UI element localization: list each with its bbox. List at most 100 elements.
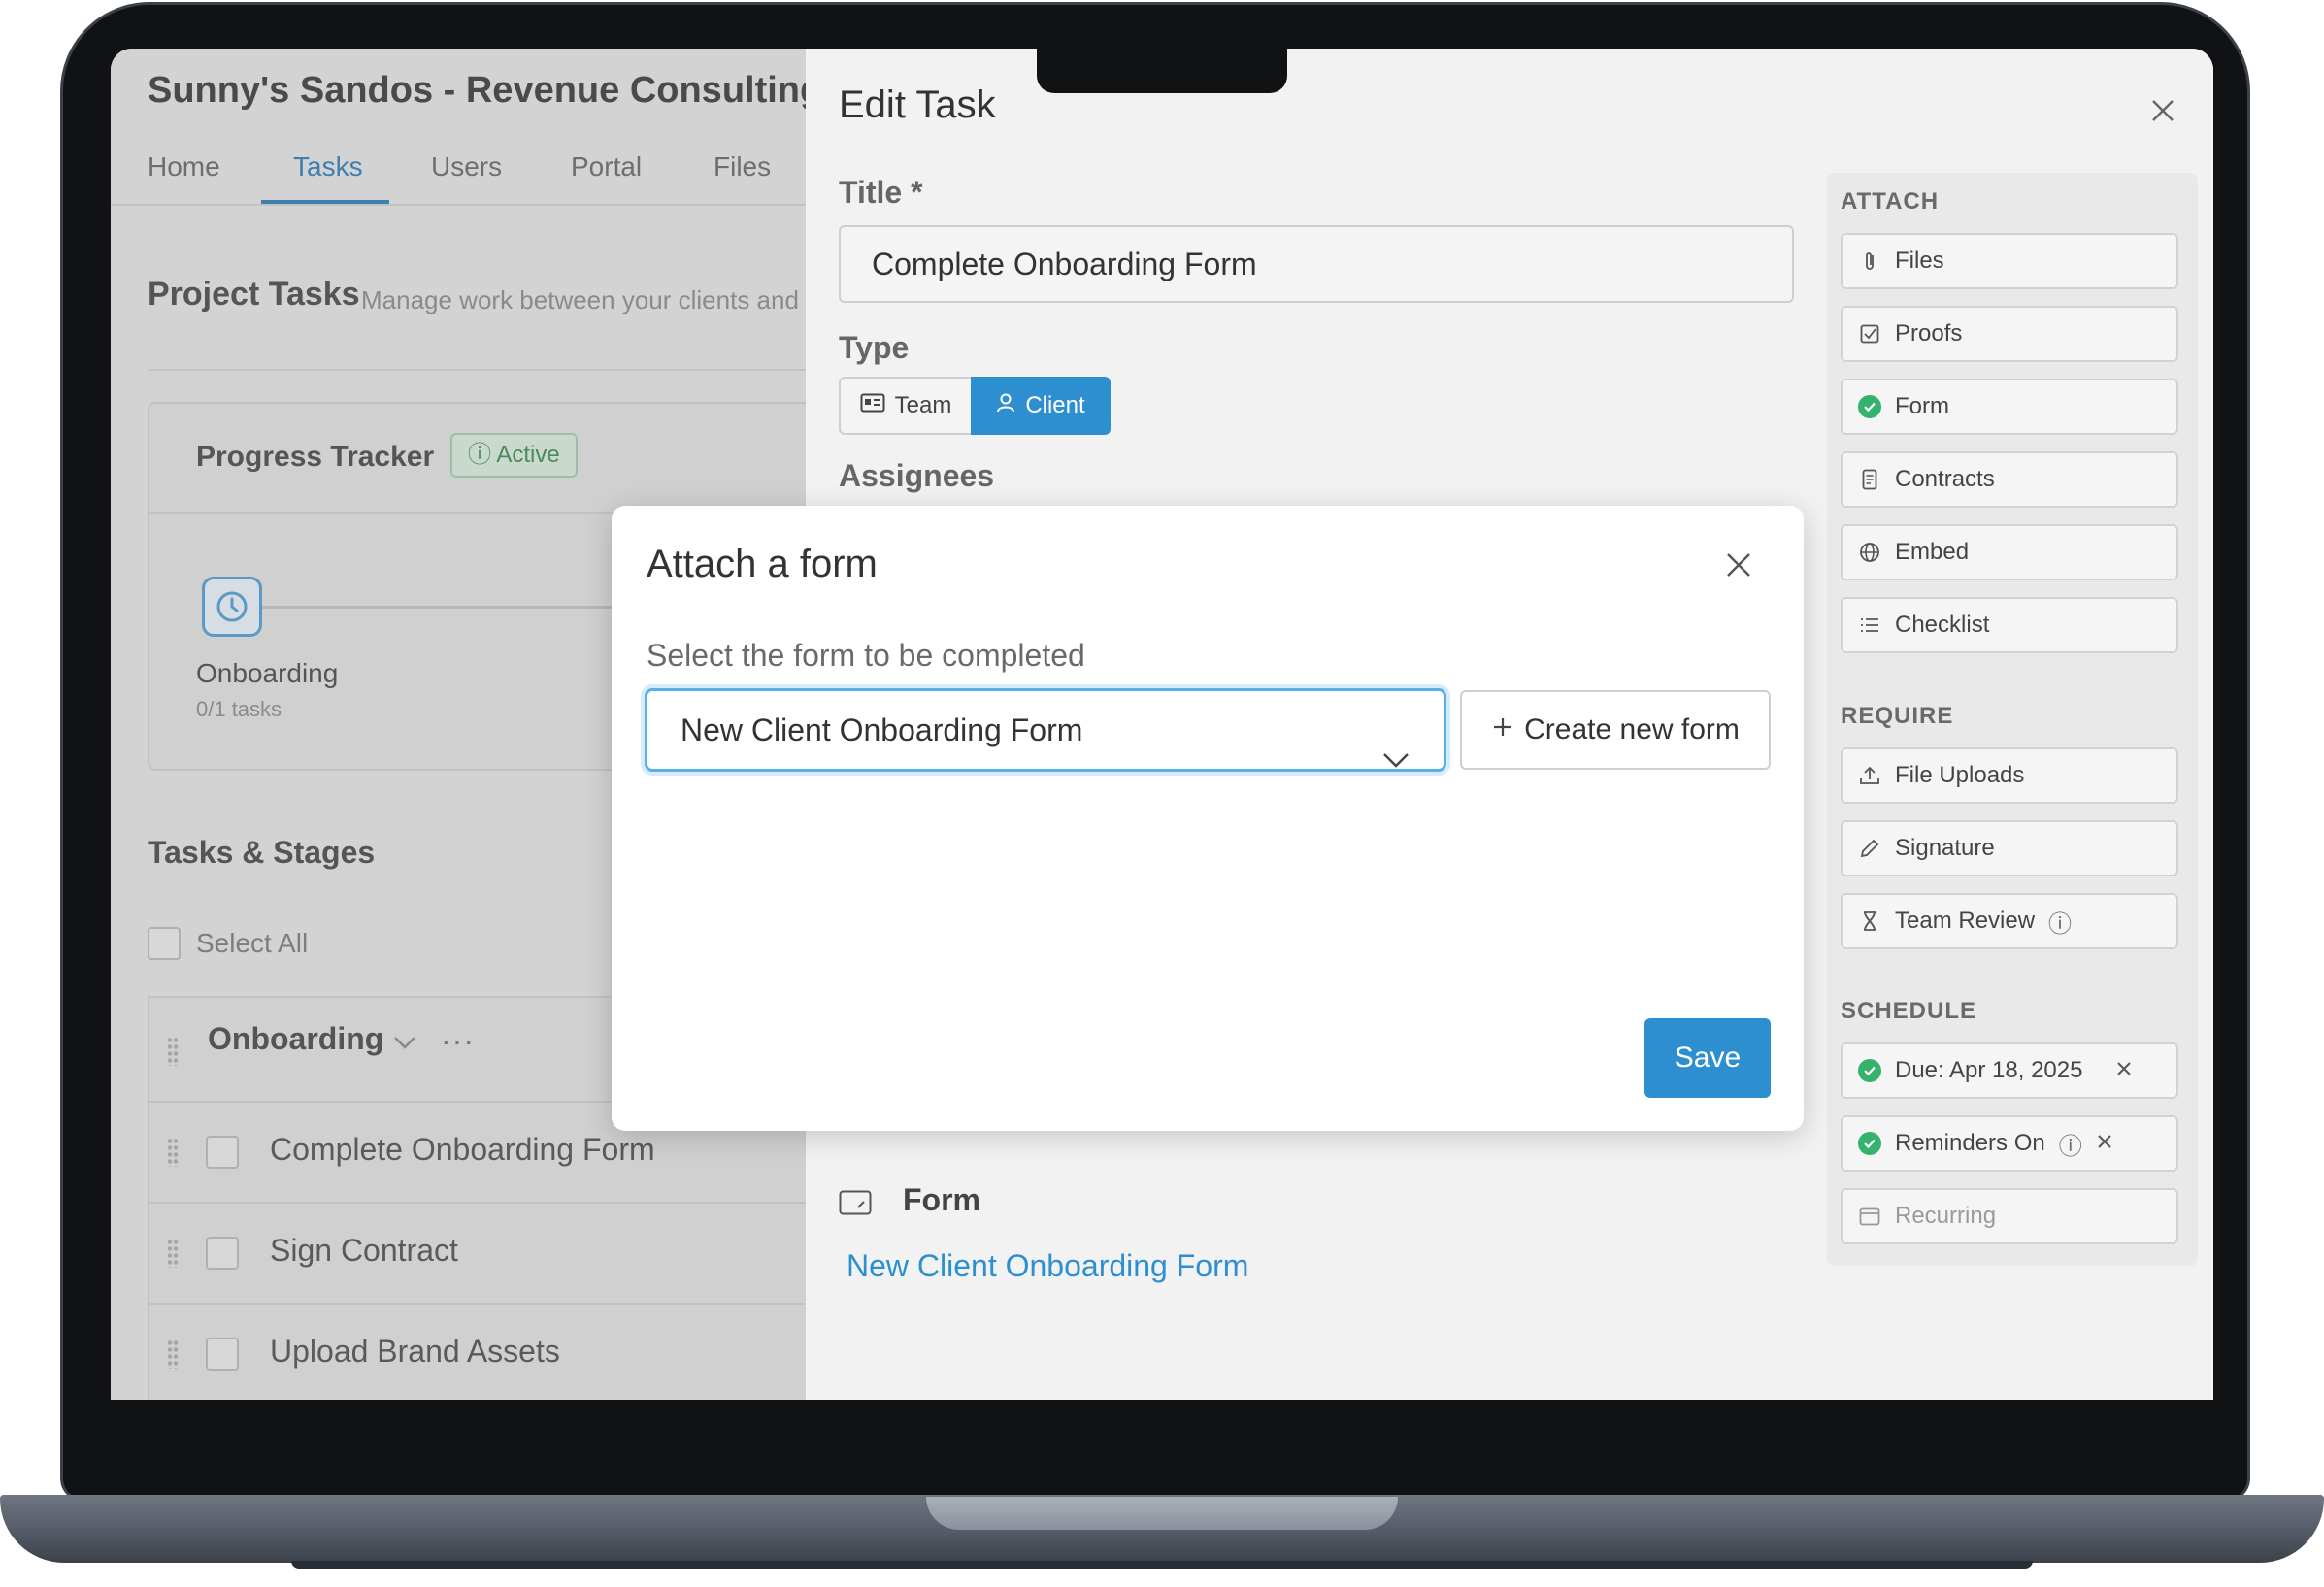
attach-proofs-button[interactable]: Proofs <box>1841 306 2178 362</box>
attach-files-label: Files <box>1895 248 1944 274</box>
require-team-review-label: Team Review <box>1895 908 2036 934</box>
create-new-form-label: Create new form <box>1524 713 1740 745</box>
task-row[interactable]: Upload Brand Assets <box>148 1303 827 1400</box>
status-badge-label: Active <box>496 442 560 468</box>
nav-home[interactable]: Home <box>148 151 220 182</box>
due-date-button[interactable]: Due: Apr 18, 2025 <box>1841 1042 2178 1099</box>
form-select-label: Select the form to be completed <box>647 638 1085 673</box>
upload-icon <box>1858 764 1881 787</box>
title-label: Title * <box>839 175 923 210</box>
drag-handle-icon[interactable] <box>167 1339 179 1369</box>
attach-embed-button[interactable]: Embed <box>1841 524 2178 580</box>
id-card-icon <box>860 392 885 419</box>
globe-icon <box>1858 541 1881 564</box>
nav-tasks[interactable]: Tasks <box>293 151 363 182</box>
more-options-icon[interactable]: ··· <box>441 1023 475 1059</box>
camera-notch <box>1037 49 1287 93</box>
type-label: Type <box>839 330 910 365</box>
stage-group-label: Onboarding <box>208 1021 384 1056</box>
nav-portal[interactable]: Portal <box>571 151 642 182</box>
schedule-heading: SCHEDULE <box>1841 998 1977 1024</box>
select-all-label[interactable]: Select All <box>196 928 308 959</box>
drag-handle-icon[interactable] <box>167 1037 179 1066</box>
form-select[interactable]: New Client Onboarding Form <box>645 688 1446 772</box>
list-icon <box>1858 613 1881 637</box>
task-checkbox[interactable] <box>206 1136 239 1169</box>
user-icon <box>996 392 1015 420</box>
require-signature-label: Signature <box>1895 835 1995 861</box>
type-client-label: Client <box>1025 392 1085 418</box>
type-team-label: Team <box>894 392 952 418</box>
hourglass-icon <box>1858 909 1881 933</box>
check-circle-icon <box>1858 395 1881 418</box>
assignees-label: Assignees <box>839 458 995 493</box>
reminders-button[interactable]: Reminders On ⓘ <box>1841 1115 2178 1172</box>
clock-icon[interactable] <box>202 577 262 637</box>
laptop-base-notch <box>926 1497 1398 1530</box>
task-options-sidebar: ATTACH Files Proofs Form Contracts Embed <box>1827 173 2198 1266</box>
stage-count: 0/1 tasks <box>196 697 282 721</box>
panel-title: Edit Task <box>839 83 996 126</box>
task-checkbox[interactable] <box>206 1338 239 1371</box>
info-icon[interactable]: ⓘ <box>2048 905 2072 939</box>
attach-contracts-label: Contracts <box>1895 466 1995 492</box>
attach-checklist-label: Checklist <box>1895 612 1990 638</box>
require-signature-button[interactable]: Signature <box>1841 820 2178 876</box>
chevron-down-icon[interactable] <box>1381 720 1411 798</box>
attach-heading: ATTACH <box>1841 188 1940 215</box>
require-heading: REQUIRE <box>1841 703 1954 729</box>
progress-tracker-header: Progress Tracker ⓘ Active <box>149 404 825 514</box>
attach-checklist-button[interactable]: Checklist <box>1841 597 2178 653</box>
drag-handle-icon[interactable] <box>167 1239 179 1268</box>
create-new-form-button[interactable]: Create new form <box>1460 690 1771 770</box>
task-label[interactable]: Sign Contract <box>270 1233 458 1269</box>
attach-form-button[interactable]: Form <box>1841 379 2178 435</box>
checkbox-icon <box>1858 322 1881 346</box>
select-all-checkbox[interactable] <box>148 927 181 960</box>
due-date-label: Due: Apr 18, 2025 <box>1895 1057 2083 1083</box>
attach-form-modal: Attach a form Select the form to be comp… <box>612 506 1804 1131</box>
task-checkbox[interactable] <box>206 1237 239 1270</box>
attach-contracts-button[interactable]: Contracts <box>1841 451 2178 508</box>
stage-name: Onboarding <box>196 658 339 688</box>
type-client-button[interactable]: Client <box>971 377 1111 435</box>
form-card-title: Form <box>903 1182 980 1217</box>
task-label[interactable]: Upload Brand Assets <box>270 1334 560 1370</box>
form-icon <box>839 1190 872 1220</box>
drag-handle-icon[interactable] <box>167 1138 179 1167</box>
calendar-icon <box>1858 1205 1881 1228</box>
reminders-label: Reminders On <box>1895 1130 2045 1156</box>
attach-embed-label: Embed <box>1895 539 1970 565</box>
app-title: Sunny's Sandos - Revenue Consulting <box>148 70 823 111</box>
tasks-stages-title: Tasks & Stages <box>148 835 376 870</box>
recurring-button[interactable]: Recurring <box>1841 1188 2178 1244</box>
attach-files-button[interactable]: Files <box>1841 233 2178 289</box>
info-icon[interactable]: ⓘ <box>2059 1127 2082 1161</box>
title-input[interactable]: Complete Onboarding Form <box>839 225 1794 303</box>
save-button[interactable]: Save <box>1644 1018 1771 1098</box>
chevron-down-icon[interactable] <box>392 1033 417 1057</box>
nav-users[interactable]: Users <box>431 151 502 182</box>
section-divider <box>148 369 806 371</box>
attach-form-label: Form <box>1895 393 1949 419</box>
progress-tracker-title: Progress Tracker <box>196 441 435 473</box>
remove-due-date-icon[interactable] <box>2115 1057 2133 1084</box>
close-icon[interactable] <box>1722 548 1755 586</box>
check-circle-icon <box>1858 1132 1881 1155</box>
info-icon: ⓘ <box>468 442 491 468</box>
laptop-base-shadow <box>291 1561 2033 1569</box>
close-icon[interactable] <box>2145 93 2180 128</box>
remove-reminders-icon[interactable] <box>2096 1130 2113 1157</box>
status-badge: ⓘ Active <box>450 433 578 478</box>
require-file-uploads-label: File Uploads <box>1895 762 2025 788</box>
document-icon <box>1858 468 1881 491</box>
active-tab-indicator <box>261 200 389 204</box>
type-team-button[interactable]: Team <box>839 377 973 435</box>
nav-files[interactable]: Files <box>714 151 771 182</box>
require-team-review-button[interactable]: Team Review ⓘ <box>1841 893 2178 949</box>
task-row[interactable]: Sign Contract <box>148 1202 827 1303</box>
attached-form-link[interactable]: New Client Onboarding Form <box>847 1248 1248 1284</box>
task-label[interactable]: Complete Onboarding Form <box>270 1132 655 1168</box>
require-file-uploads-button[interactable]: File Uploads <box>1841 747 2178 804</box>
modal-title: Attach a form <box>647 543 878 585</box>
